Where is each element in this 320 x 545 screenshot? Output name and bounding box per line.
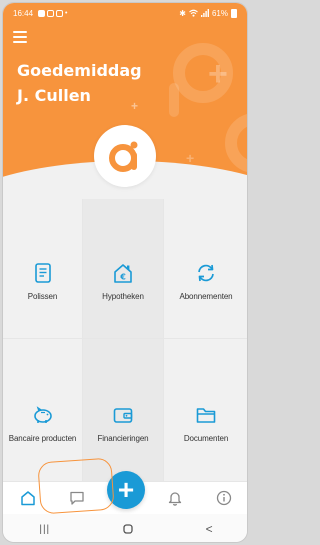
notification-icon <box>47 9 55 17</box>
piggy-bank-icon <box>33 405 52 423</box>
wallet-icon <box>113 407 133 423</box>
notification-icon <box>56 9 64 17</box>
refresh-icon <box>198 264 214 282</box>
nav-chat[interactable] <box>57 482 97 514</box>
home-icon <box>20 491 35 506</box>
wifi-icon <box>189 9 198 17</box>
user-name: J. Cullen <box>17 86 91 105</box>
tile-financieringen[interactable]: Financieringen <box>83 339 164 482</box>
dot-icon: • <box>65 9 68 17</box>
nav-home[interactable] <box>8 482 48 514</box>
tile-label: Abonnementen <box>179 292 233 301</box>
decor-circle <box>225 113 247 173</box>
bluetooth-icon: ✱ <box>179 8 186 18</box>
tile-label: Financieringen <box>97 433 149 443</box>
tile-polissen[interactable]: Polissen <box>3 199 83 339</box>
recents-button[interactable]: ||| <box>39 524 50 535</box>
document-icon <box>34 263 51 283</box>
tile-label: Hypotheken <box>102 292 144 301</box>
nav-info[interactable] <box>204 482 244 514</box>
folder-icon <box>196 407 216 423</box>
tile-label: Polissen <box>27 292 58 301</box>
decor-bar <box>169 83 179 117</box>
chat-icon <box>70 491 84 505</box>
nav-notifications[interactable] <box>155 482 195 514</box>
bell-icon <box>169 492 182 506</box>
add-button[interactable]: + <box>107 471 145 509</box>
back-button[interactable]: < <box>206 522 213 536</box>
tile-bancaire-producten[interactable]: Bancaire producten <box>3 339 83 482</box>
notification-icon <box>38 9 46 17</box>
battery-text: 61% <box>211 8 228 18</box>
greeting-title: Goedemiddag <box>17 61 142 80</box>
tile-label: Documenten <box>183 433 229 443</box>
signal-icon <box>200 9 209 17</box>
product-grid: Polissen € Hypotheken Abonnementen Banca… <box>3 199 247 482</box>
tile-abonnementen[interactable]: Abonnementen <box>164 199 247 339</box>
app-screen: + + + 16:44 • ✱ 61% Goedemiddag J. Culle… <box>2 2 248 543</box>
info-icon <box>217 490 232 506</box>
decor-plus: + <box>208 55 228 93</box>
home-button[interactable] <box>123 524 133 534</box>
greeting: Goedemiddag J. Cullen <box>17 58 142 108</box>
tile-documenten[interactable]: Documenten <box>164 339 247 482</box>
svg-text:€: € <box>119 273 126 282</box>
system-navigation-bar: ||| < <box>3 514 247 542</box>
battery-icon <box>231 8 237 18</box>
hamburger-menu-icon[interactable] <box>13 31 27 43</box>
status-bar: 16:44 • ✱ 61% <box>3 3 247 23</box>
status-time: 16:44 <box>13 8 34 18</box>
add-icon: + <box>117 474 135 505</box>
house-euro-icon: € <box>114 264 132 283</box>
tile-hypotheken[interactable]: € Hypotheken <box>83 199 164 339</box>
brand-logo <box>94 125 156 187</box>
tile-label: Bancaire producten <box>8 433 77 443</box>
